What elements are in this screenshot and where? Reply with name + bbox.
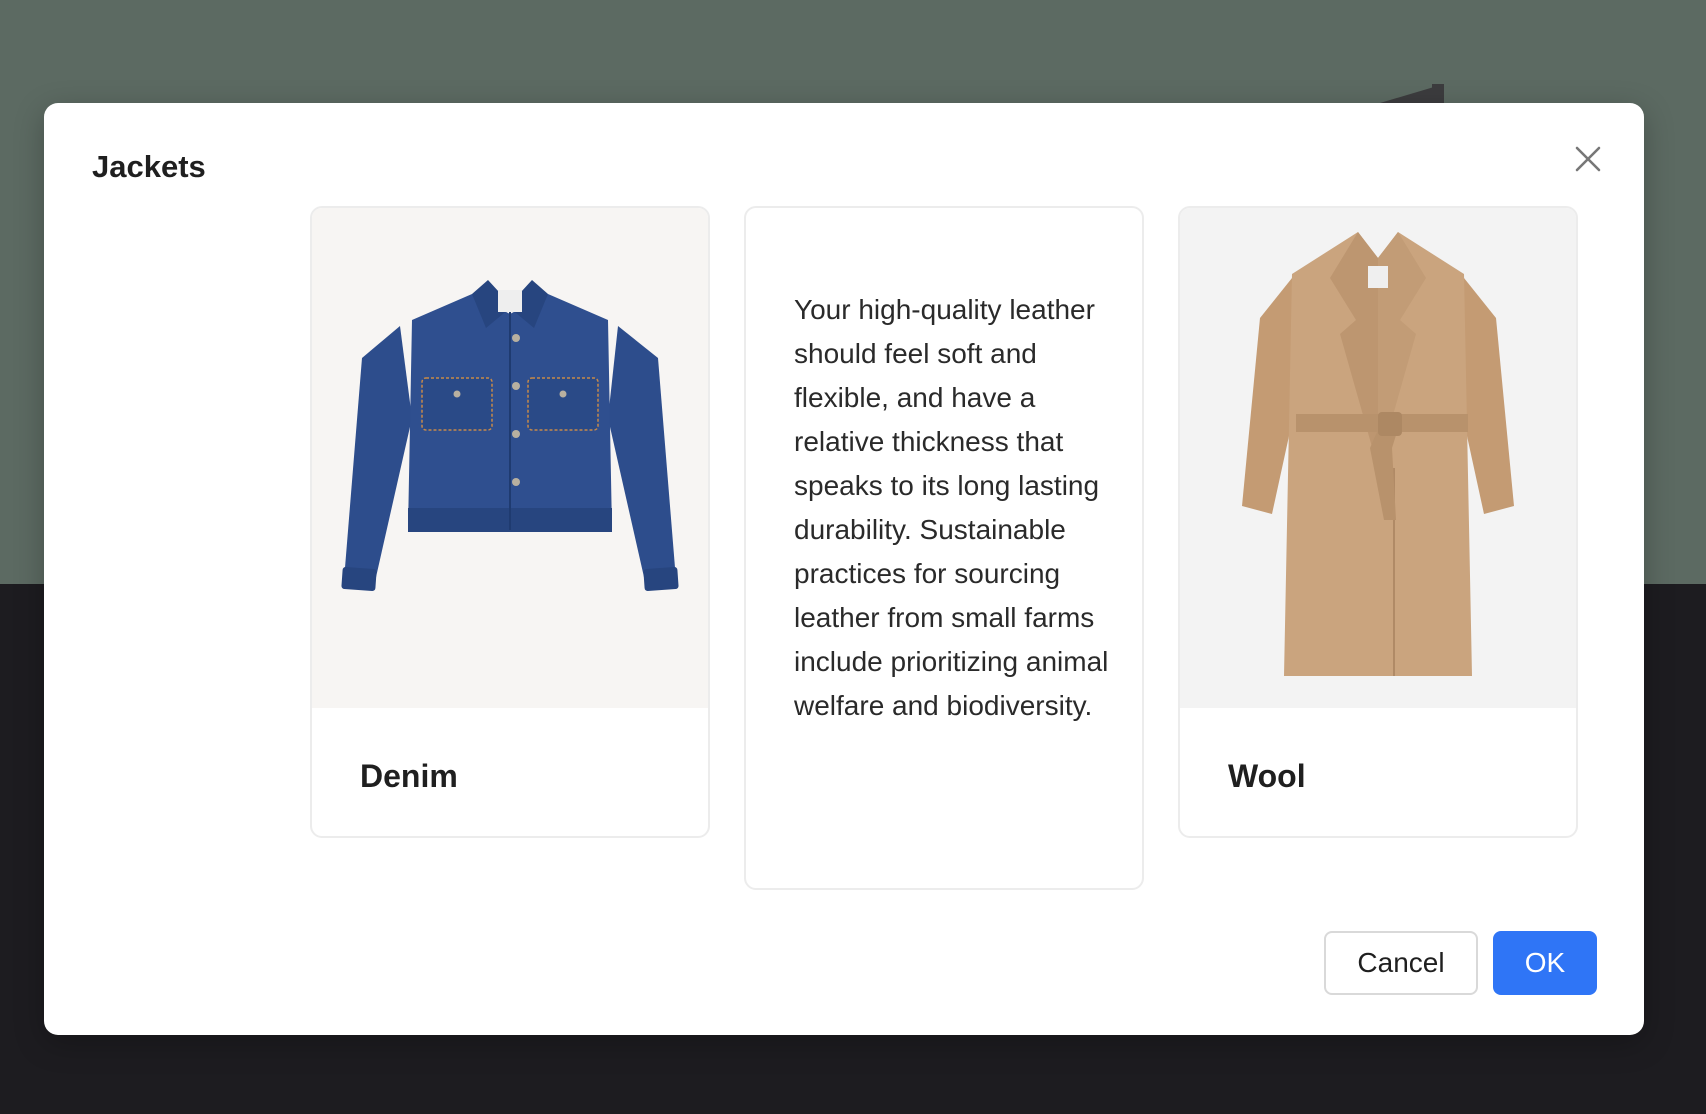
card-wool[interactable]: Wool: [1178, 206, 1578, 838]
ok-button[interactable]: OK: [1493, 931, 1597, 995]
close-button[interactable]: [1568, 139, 1608, 179]
card-denim-label: Denim: [360, 758, 458, 794]
card-denim[interactable]: Denim: [310, 206, 710, 838]
wool-coat-image: [1180, 208, 1576, 708]
card-wool-label: Wool: [1228, 758, 1306, 794]
card-description: Your high-quality leather should feel so…: [744, 206, 1144, 890]
modal-title: Jackets: [92, 149, 206, 184]
close-icon: [1575, 146, 1601, 172]
denim-jacket-image: [312, 208, 708, 708]
leather-description: Your high-quality leather should feel so…: [794, 294, 1109, 721]
jackets-modal: Jackets Denim Your high-quality leather …: [44, 103, 1644, 1035]
cancel-button[interactable]: Cancel: [1324, 931, 1478, 995]
